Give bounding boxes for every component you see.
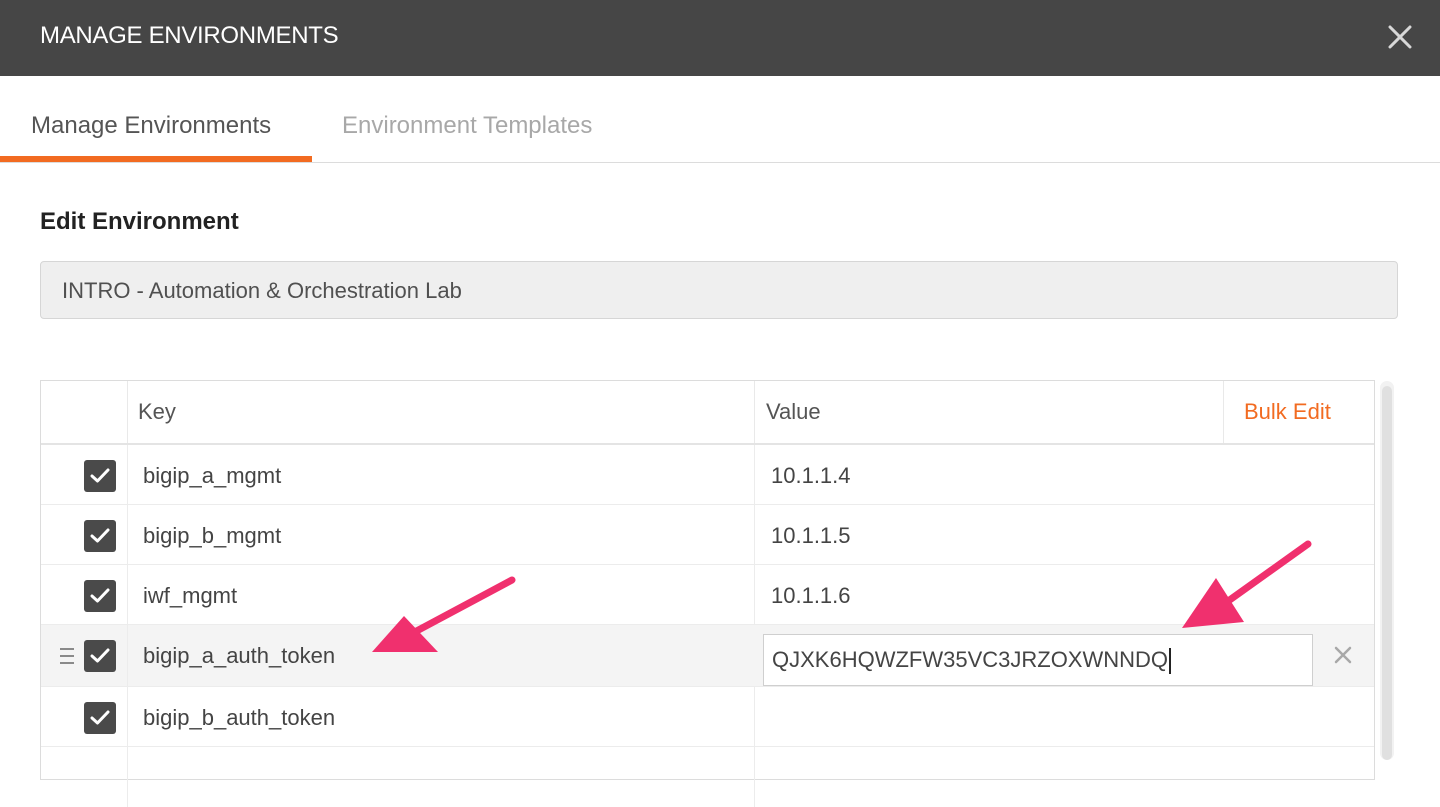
row-value[interactable]: 10.1.1.6 (771, 583, 851, 609)
row-enabled-checkbox[interactable] (84, 702, 116, 734)
column-divider (754, 445, 755, 504)
row-value[interactable]: 10.1.1.4 (771, 463, 851, 489)
row-enabled-checkbox[interactable] (84, 460, 116, 492)
table-header: Key Value Bulk Edit (41, 381, 1374, 445)
tab-environment-templates[interactable]: Environment Templates (342, 112, 592, 140)
dialog-titlebar: MANAGE ENVIRONMENTS (0, 0, 1440, 76)
row-value-text: QJXK6HQWZFW35VC3JRZOXWNNDQ (772, 647, 1169, 672)
column-divider (754, 747, 755, 807)
row-enabled-checkbox[interactable] (84, 580, 116, 612)
column-divider (1223, 381, 1224, 443)
key-column-header: Key (138, 399, 176, 424)
table-row (41, 747, 1374, 807)
row-value[interactable]: 10.1.1.5 (771, 523, 851, 549)
section-heading: Edit Environment (40, 208, 239, 235)
bulk-edit-button[interactable]: Bulk Edit (1244, 399, 1331, 425)
row-enabled-checkbox[interactable] (84, 640, 116, 672)
row-enabled-checkbox[interactable] (84, 520, 116, 552)
column-divider (754, 505, 755, 564)
variables-table: Key Value Bulk Edit bigip_a_mgmt 10.1.1.… (40, 380, 1375, 807)
row-key[interactable]: iwf_mgmt (143, 583, 237, 609)
delete-row-icon[interactable] (1331, 643, 1355, 667)
column-divider (127, 747, 128, 807)
row-value-input[interactable]: QJXK6HQWZFW35VC3JRZOXWNNDQ (763, 634, 1313, 686)
column-divider (127, 381, 128, 443)
dialog-title: MANAGE ENVIRONMENTS (40, 22, 339, 49)
scrollbar-thumb[interactable] (1382, 386, 1392, 760)
check-icon (90, 588, 110, 603)
check-icon (90, 468, 110, 483)
table-row: bigip_a_auth_token QJXK6HQWZFW35VC3JRZOX… (41, 625, 1374, 687)
active-tab-indicator (0, 156, 312, 162)
row-key[interactable]: bigip_b_auth_token (143, 705, 335, 731)
column-divider (754, 565, 755, 624)
row-key[interactable]: bigip_a_mgmt (143, 463, 281, 489)
tab-bar: Manage Environments Environment Template… (0, 76, 1440, 163)
row-key[interactable]: bigip_a_auth_token (143, 643, 335, 669)
table-row: bigip_b_mgmt 10.1.1.5 (41, 505, 1374, 565)
column-divider (754, 687, 755, 746)
column-divider (127, 687, 128, 746)
close-icon[interactable] (1383, 20, 1417, 54)
text-caret (1169, 648, 1172, 675)
column-divider (127, 625, 128, 686)
table-row: bigip_b_auth_token (41, 687, 1374, 747)
row-key[interactable]: bigip_b_mgmt (143, 523, 281, 549)
tab-manage-environments[interactable]: Manage Environments (31, 112, 271, 140)
value-column-header: Value (766, 399, 821, 424)
column-divider (754, 381, 755, 443)
check-icon (90, 710, 110, 725)
table-row: iwf_mgmt 10.1.1.6 (41, 565, 1374, 625)
check-icon (90, 648, 110, 663)
drag-handle-icon[interactable] (60, 648, 74, 664)
environment-name-field[interactable]: INTRO - Automation & Orchestration Lab (40, 261, 1398, 319)
column-divider (127, 565, 128, 624)
check-icon (90, 528, 110, 543)
table-row: bigip_a_mgmt 10.1.1.4 (41, 445, 1374, 505)
column-divider (127, 445, 128, 504)
column-divider (127, 505, 128, 564)
